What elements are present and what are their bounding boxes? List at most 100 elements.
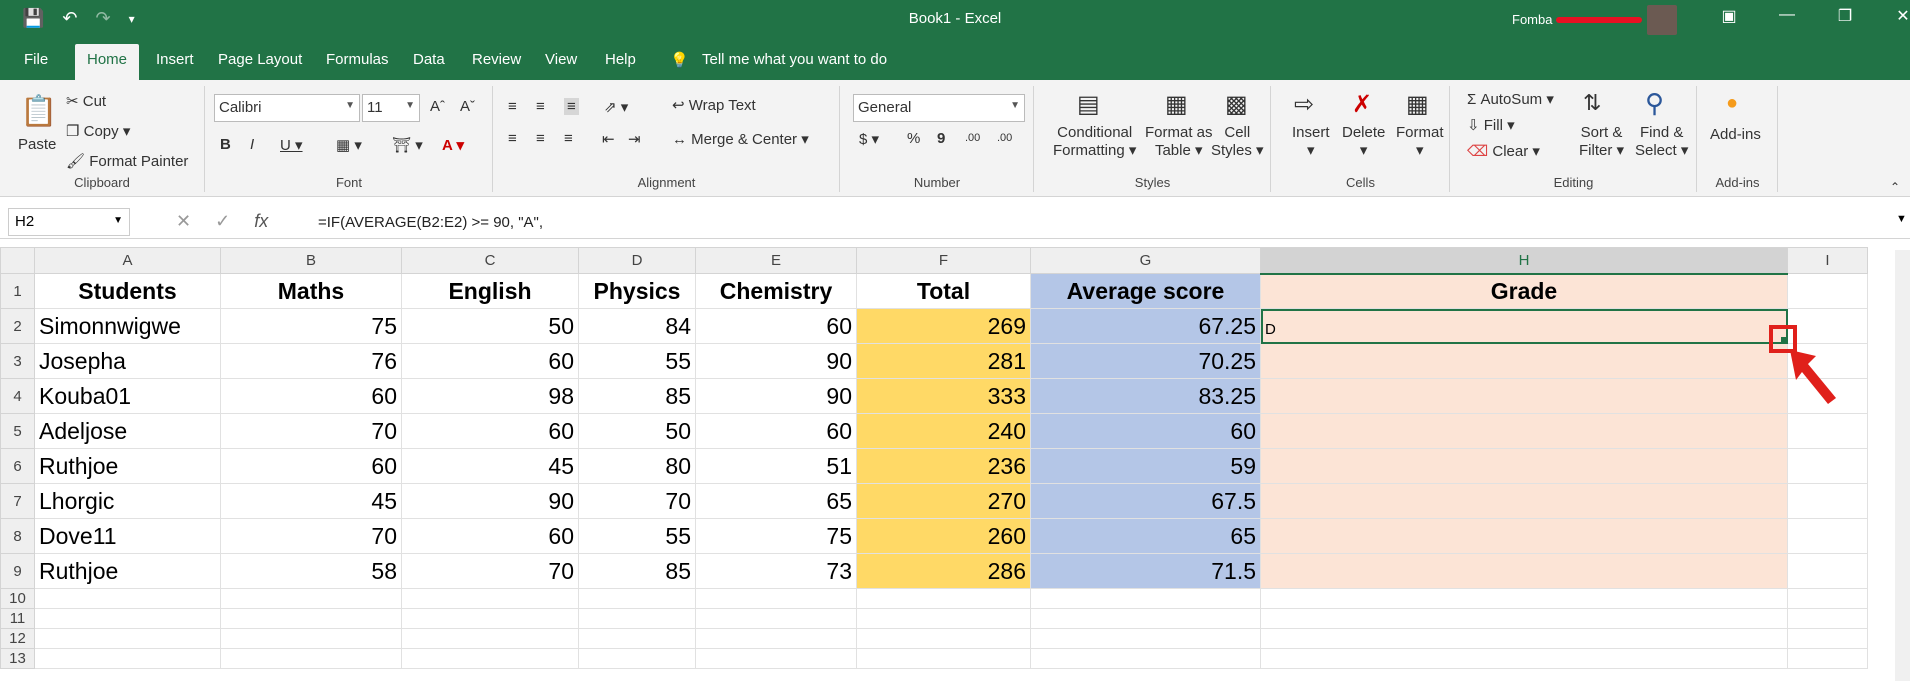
cell[interactable]: Students [34,273,221,309]
cell[interactable] [220,588,402,609]
cell[interactable]: 90 [401,483,579,519]
cell[interactable] [695,588,857,609]
cell[interactable] [856,608,1031,629]
tab-help[interactable]: Help [605,51,636,68]
restore-icon[interactable]: ❐ [1816,6,1874,26]
cell[interactable]: 70 [220,413,402,449]
cell[interactable]: 55 [578,343,696,379]
font-name-combo[interactable]: Calibri ▼ [214,94,360,122]
cell[interactable]: 50 [578,413,696,449]
cell[interactable] [401,608,579,629]
row-header[interactable]: 11 [0,608,35,629]
cell[interactable]: 50 [401,308,579,344]
tell-me-search[interactable]: Tell me what you want to do [702,51,887,68]
cell[interactable] [1787,608,1868,629]
fill-button[interactable]: Fill [1484,117,1503,134]
cell[interactable]: Adeljose [34,413,221,449]
bottom-align-icon[interactable]: ≡ [564,98,579,115]
cell[interactable]: 76 [220,343,402,379]
collapse-ribbon-icon[interactable]: ⌃ [1890,180,1900,194]
column-header[interactable]: H [1260,247,1788,275]
row-header[interactable]: 2 [0,308,35,344]
row-header[interactable]: 1 [0,273,35,309]
cell[interactable]: 270 [856,483,1031,519]
cell[interactable] [1260,608,1788,629]
cell[interactable] [1260,648,1788,669]
insert-function-icon[interactable]: fx [254,211,268,232]
cell[interactable] [34,588,221,609]
cell[interactable] [856,628,1031,649]
minimize-icon[interactable]: — [1758,6,1816,26]
cell[interactable]: D [1260,308,1788,344]
cell[interactable] [1030,628,1261,649]
cell[interactable]: 281 [856,343,1031,379]
cell[interactable]: 85 [578,553,696,589]
column-header[interactable]: E [695,247,857,274]
cell[interactable]: 84 [578,308,696,344]
cell[interactable]: English [401,273,579,309]
cell[interactable]: Dove11 [34,518,221,554]
fill-color-icon[interactable]: ⛩ ▾ [392,136,423,154]
vertical-scrollbar[interactable] [1895,250,1910,681]
tab-formulas[interactable]: Formulas [326,51,389,68]
cut-button[interactable]: Cut [83,93,106,110]
cell[interactable] [695,608,857,629]
format-cells-button[interactable]: Format ▾ [1396,124,1444,159]
italic-button[interactable]: I [250,136,254,153]
cell[interactable]: 51 [695,448,857,484]
cell[interactable]: 269 [856,308,1031,344]
cell[interactable]: 45 [220,483,402,519]
cell[interactable]: 60 [695,308,857,344]
currency-icon[interactable]: $ ▾ [859,130,879,148]
cell[interactable] [1787,413,1868,449]
cell[interactable] [578,608,696,629]
decrease-decimal-icon[interactable]: .00 [997,132,1012,144]
cell[interactable] [1260,628,1788,649]
cell[interactable]: 90 [695,343,857,379]
cell[interactable] [1260,483,1788,519]
addins-button[interactable]: Add-ins [1710,126,1761,143]
row-header[interactable]: 5 [0,413,35,449]
tab-view[interactable]: View [545,51,577,68]
cell[interactable] [220,648,402,669]
cell[interactable]: 67.25 [1030,308,1261,344]
cell[interactable]: 60 [220,378,402,414]
cell[interactable]: 90 [695,378,857,414]
number-format-combo[interactable]: General ▼ [853,94,1025,122]
cell[interactable]: 75 [695,518,857,554]
row-header[interactable]: 6 [0,448,35,484]
cell[interactable] [401,648,579,669]
cell[interactable]: Ruthjoe [34,448,221,484]
tab-page-layout[interactable]: Page Layout [218,51,302,68]
cell[interactable] [856,588,1031,609]
cell[interactable] [1260,448,1788,484]
row-header[interactable]: 7 [0,483,35,519]
cell[interactable]: Maths [220,273,402,309]
merge-center-button[interactable]: Merge & Center [691,131,797,148]
paste-icon[interactable]: 📋 [20,94,57,129]
cell[interactable] [1260,553,1788,589]
font-color-icon[interactable]: A ▾ [442,136,464,154]
row-header[interactable]: 8 [0,518,35,554]
select-all-corner[interactable] [0,247,35,274]
cell[interactable]: 60 [401,413,579,449]
conditional-formatting-button[interactable]: Conditional Formatting ▾ [1053,124,1136,159]
cell[interactable]: 85 [578,378,696,414]
row-header[interactable]: 12 [0,628,35,649]
cell[interactable]: 260 [856,518,1031,554]
cell[interactable] [1787,273,1868,309]
copy-button[interactable]: Copy [84,123,119,140]
bold-button[interactable]: B [220,136,231,153]
cell[interactable]: 73 [695,553,857,589]
cell[interactable] [1787,518,1868,554]
cell[interactable]: Chemistry [695,273,857,309]
cell[interactable]: 240 [856,413,1031,449]
decrease-indent-icon[interactable]: ⇤ [602,130,615,148]
cell[interactable]: 83.25 [1030,378,1261,414]
cell[interactable]: Josepha [34,343,221,379]
orientation-icon[interactable]: ⇗ ▾ [604,98,628,116]
middle-align-icon[interactable]: ≡ [536,98,545,115]
cell[interactable] [220,608,402,629]
cell[interactable]: 70.25 [1030,343,1261,379]
cell[interactable] [1030,608,1261,629]
